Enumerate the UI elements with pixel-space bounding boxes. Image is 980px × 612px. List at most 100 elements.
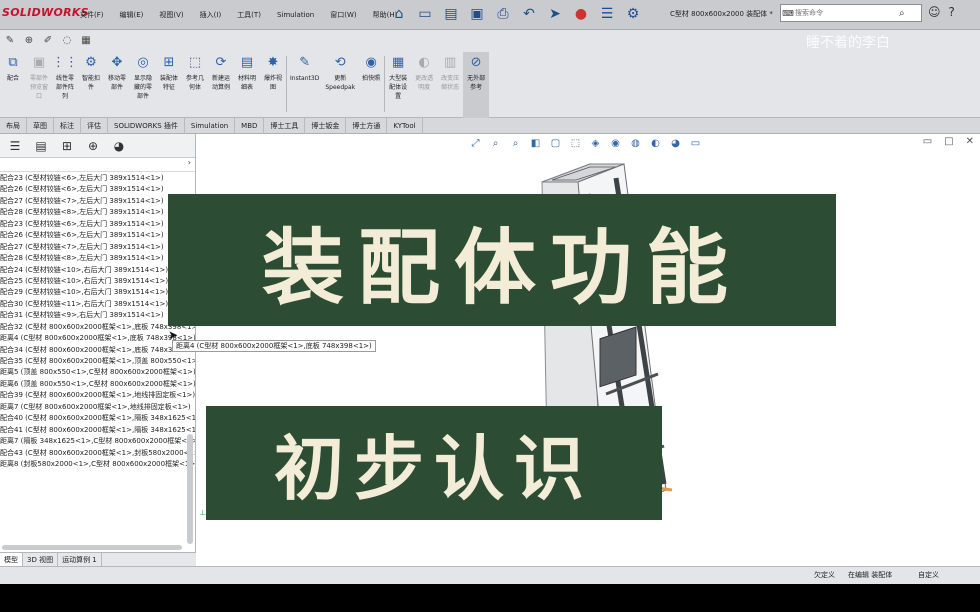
mate-tree-row[interactable]: 配合30 (C型材铰链<11>,右后大门 389x1514<1>) [0, 299, 195, 310]
print-icon[interactable]: ⎙ [492, 3, 514, 25]
dimxpert-tab-icon[interactable]: ⊕ [82, 137, 104, 155]
undo-icon[interactable]: ↶ [518, 3, 540, 25]
assembly-tool-label: 线性零 部件阵 列 [55, 75, 74, 100]
help-icon[interactable]: ? [949, 5, 955, 19]
bottom-tab[interactable]: 3D 视图 [23, 553, 59, 567]
ribbon-tab[interactable]: 布局 [0, 118, 27, 134]
assembly-tool-button[interactable]: ⟳ 新建运 动算例 [208, 52, 234, 118]
ribbon-tab[interactable]: SOLIDWORKS 插件 [108, 118, 185, 134]
user-icon[interactable]: ☺ [928, 5, 941, 19]
assembly-tool-button[interactable]: ⊞ 装配体 特征 [156, 52, 182, 118]
mate-tree-row[interactable]: 配合34 (C型材 800x600x2000框架<1>,底板 748x398<1… [0, 345, 195, 356]
menu-item[interactable]: 视图(V) [151, 8, 191, 22]
menu-item[interactable]: 窗口(W) [322, 8, 364, 22]
mate-tree-row[interactable]: 配合27 (C型材铰链<7>,左后大门 389x1514<1>) [0, 196, 195, 207]
mate-tree-row[interactable]: 距离7 (C型材 800x600x2000框架<1>,地线排固定板<1>) [0, 402, 195, 413]
assembly-icon[interactable]: ▦ [78, 32, 94, 48]
command-search-input[interactable] [795, 9, 899, 17]
ribbon-tab[interactable]: MBD [235, 118, 265, 134]
ribbon-tab[interactable]: KYTool [387, 118, 423, 134]
ribbon-tab[interactable]: 标注 [54, 118, 81, 134]
assembly-tool-button[interactable]: ▥ 改变压 缩状态 [437, 52, 463, 118]
menu-item[interactable]: 插入(I) [192, 8, 230, 22]
assembly-tool-button[interactable]: ⊘ 无外部 参考 [463, 52, 490, 118]
insert-component-icon[interactable]: ⊕ [21, 32, 37, 48]
menu-item[interactable]: 文件(F) [72, 8, 112, 22]
ribbon-tab[interactable]: 博士钣金 [305, 118, 347, 134]
edit-component-icon[interactable]: ✎ [2, 32, 18, 48]
tree-vertical-scrollbar[interactable] [187, 434, 193, 544]
mate-tree-row[interactable]: 配合32 (C型材 800x600x2000框架<1>,底板 748x398<1… [0, 322, 195, 333]
display-manager-tab-icon[interactable]: ◕ [108, 137, 130, 155]
menu-item[interactable]: 工具(T) [229, 8, 269, 22]
new-file-icon[interactable]: ▭ [414, 3, 436, 25]
select-icon[interactable]: ➤ [544, 3, 566, 25]
assembly-tool-label: 装配体 特征 [159, 75, 178, 91]
assembly-tool-button[interactable]: ⟲ 更新 Speedpak [322, 52, 358, 118]
window-controls: ☺ ? [928, 5, 955, 19]
assembly-tool-button[interactable]: ✎ Instant3D [287, 52, 322, 118]
assembly-tool-button[interactable]: ✸ 爆炸视 图 [260, 52, 286, 118]
home-icon[interactable]: ⌂ [388, 3, 410, 25]
mate-tree-row[interactable]: 距离6 (顶盖 800x550<1>,C型材 800x600x2000框架<1>… [0, 379, 195, 390]
ribbon-tab[interactable]: 评估 [81, 118, 108, 134]
ribbon-tab[interactable]: 博士方通 [346, 118, 388, 134]
mate-tree-row[interactable]: 配合28 (C型材铰链<8>,左后大门 389x1514<1>) [0, 253, 195, 264]
mate-tree-row[interactable]: 配合26 (C型材铰链<6>,左后大门 389x1514<1>) [0, 230, 195, 241]
mate-tree-row[interactable]: 配合41 (C型材 800x600x2000框架<1>,隔板 348x1625<… [0, 425, 195, 436]
property-manager-tab-icon[interactable]: ▤ [30, 137, 52, 155]
ribbon-tab[interactable]: Simulation [185, 118, 236, 134]
hide-icon[interactable]: ◌ [59, 32, 75, 48]
status-custom[interactable]: 自定义 [918, 570, 939, 580]
mate-tree-row[interactable]: 配合26 (C型材铰链<6>,左后大门 389x1514<1>) [0, 184, 195, 195]
ribbon-tab[interactable]: 博士工具 [264, 118, 306, 134]
menu-item[interactable]: 编辑(E) [112, 8, 152, 22]
assembly-tool-button[interactable]: ◉ 拍快照 [358, 52, 384, 118]
bottom-tab[interactable]: 模型 [0, 553, 23, 567]
mate-tree-row[interactable]: 配合39 (C型材 800x600x2000框架<1>,地线排固定板<1>) [0, 390, 195, 401]
mate-tree-row[interactable]: 配合24 (C型材铰链<10>,右后大门 389x1514<1>) [0, 265, 195, 276]
bottom-tab[interactable]: 运动算例 1 [58, 553, 102, 567]
mate-tree-row[interactable]: 距离5 (顶盖 800x550<1>,C型材 800x600x2000框架<1>… [0, 367, 195, 378]
options-gear-icon[interactable]: ⚙ [622, 3, 644, 25]
mate-tree-row[interactable]: 配合43 (C型材 800x600x2000框架<1>,封板580x2000<1… [0, 448, 195, 459]
save-icon[interactable]: ▣ [466, 3, 488, 25]
feature-tree-tab-icon[interactable]: ☰ [4, 137, 26, 155]
configuration-tab-icon[interactable]: ⊞ [56, 137, 78, 155]
menu-item[interactable]: Simulation [269, 8, 322, 22]
assembly-tool-button[interactable]: ◐ 更改透 明度 [411, 52, 437, 118]
file-properties-icon[interactable]: ☰ [596, 3, 618, 25]
mate-tree-row[interactable]: 配合40 (C型材 800x600x2000框架<1>,隔板 348x1625<… [0, 413, 195, 424]
assembly-tool-button[interactable]: ⬚ 参考几 何体 [182, 52, 208, 118]
assembly-tool-button[interactable]: ⋮⋮ 线性零 部件阵 列 [52, 52, 78, 118]
mate-tree-row[interactable]: 距离8 (封板580x2000<1>,C型材 800x600x2000框架<1>… [0, 459, 195, 470]
assembly-tool-button[interactable]: ▦ 大型装 配体设 置 [385, 52, 411, 118]
mate-tree-row[interactable]: 配合29 (C型材铰链<10>,右后大门 389x1514<1>) [0, 287, 195, 298]
tree-horizontal-scrollbar[interactable] [2, 545, 182, 550]
assembly-tool-button[interactable]: ▣ 零部件 预览窗 口 [26, 52, 52, 118]
mate-tree-row[interactable]: 配合28 (C型材铰链<8>,左后大门 389x1514<1>) [0, 207, 195, 218]
assembly-tool-icon: ✎ [299, 54, 311, 70]
mate-tree-row[interactable]: 配合31 (C型材铰链<9>,右后大门 389x1514<1>) [0, 310, 195, 321]
assembly-tool-label: 显示隐 藏的零 部件 [133, 75, 152, 100]
command-prompt-icon: ⌨ [782, 8, 794, 18]
traffic-light-icon[interactable]: ● [570, 3, 592, 25]
assembly-tool-icon: ⚙ [85, 54, 97, 70]
assembly-tool-button[interactable]: ⧉ 配合 [0, 52, 26, 118]
mate-tree-row[interactable]: 距离7 (隔板 348x1625<1>,C型材 800x600x2000框架<1… [0, 436, 195, 447]
mate-tree-row[interactable]: 配合27 (C型材铰链<7>,左后大门 389x1514<1>) [0, 242, 195, 253]
search-icon[interactable]: ⌕ [899, 8, 905, 19]
mate-tree-row[interactable]: 配合35 (C型材 800x600x2000框架<1>,顶盖 800x550<1… [0, 356, 195, 367]
collapse-panel-icon[interactable]: › [188, 158, 191, 167]
mate-tree-row[interactable]: 配合23 (C型材铰链<6>,左后大门 389x1514<1>) [0, 219, 195, 230]
assembly-tool-button[interactable]: ◎ 显示隐 藏的零 部件 [130, 52, 156, 118]
assembly-tool-button[interactable]: ✥ 移动零 部件 [104, 52, 130, 118]
ribbon-tab[interactable]: 草图 [27, 118, 54, 134]
mate-tree-row[interactable]: 距离4 (C型材 800x600x2000框架<1>,底板 748x398<1>… [0, 333, 195, 344]
mate-tree-row[interactable]: 配合25 (C型材铰链<10>,右后大门 389x1514<1>) [0, 276, 195, 287]
mate-tree-row[interactable]: 配合23 (C型材铰链<6>,左后大门 389x1514<1>) [0, 173, 195, 184]
open-file-icon[interactable]: ▤ [440, 3, 462, 25]
assembly-tool-button[interactable]: ⚙ 智能扣 件 [78, 52, 104, 118]
assembly-tool-button[interactable]: ▤ 材料明 细表 [234, 52, 260, 118]
sketch-icon[interactable]: ✐ [40, 32, 56, 48]
